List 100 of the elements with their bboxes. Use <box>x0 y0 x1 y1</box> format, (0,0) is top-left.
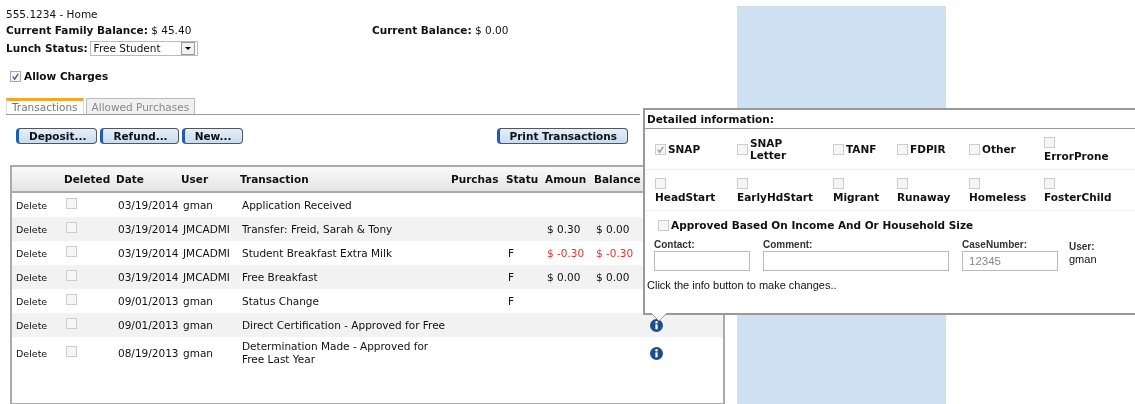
balance-cell: $ -0.30 <box>596 246 634 259</box>
status-cell: F <box>508 270 515 283</box>
date-cell: 09/01/2013 <box>118 294 179 307</box>
deleted-checkbox[interactable] <box>66 346 77 357</box>
status-cell: F <box>508 246 515 259</box>
checkbox-label: Runaway <box>897 190 951 203</box>
balance-cell: $ 0.00 <box>596 222 630 235</box>
checkbox-label: HeadStart <box>655 190 716 203</box>
date-cell: 03/19/2014 <box>118 198 179 211</box>
program-checkbox[interactable] <box>833 143 844 155</box>
transaction-cell: Application Received <box>242 198 352 211</box>
date-cell: 08/19/2013 <box>118 346 179 359</box>
user-label: User: <box>1069 241 1096 253</box>
program-checkbox[interactable] <box>1044 177 1055 189</box>
deleted-checkbox[interactable] <box>66 318 77 329</box>
deleted-checkbox[interactable] <box>66 294 77 305</box>
allow-charges-label: Allow Charges <box>24 70 109 82</box>
column-header: Deleted <box>64 173 111 185</box>
amount-cell: $ -0.30 <box>547 246 585 259</box>
program-checkbox[interactable] <box>737 177 748 189</box>
amount-cell: $ 0.30 <box>547 222 581 235</box>
user-cell: gman <box>183 294 213 307</box>
transaction-cell: Transfer: Freid, Sarah & Tony <box>242 222 393 235</box>
column-header: Statu <box>506 173 539 185</box>
approved-checkbox[interactable] <box>658 219 669 231</box>
user-cell: gman <box>183 318 213 331</box>
delete-link[interactable]: Delete <box>16 199 48 211</box>
dropdown-caret-icon <box>180 41 195 55</box>
info-icon[interactable] <box>650 318 663 332</box>
user-cell: JMCADMI <box>183 270 230 283</box>
family-balance-text: Current Family Balance: $ 45.40 <box>6 23 193 38</box>
checkbox-label: TANF <box>846 143 877 155</box>
checkbox-label: Homeless <box>969 190 1027 203</box>
popup-note: Click the info button to make changes.. <box>646 279 838 291</box>
action-button[interactable]: Refund... <box>100 128 179 144</box>
user-value: gman <box>1069 253 1097 265</box>
program-checkbox[interactable] <box>969 177 980 189</box>
column-header: Balance <box>594 173 641 185</box>
delete-link[interactable]: Delete <box>16 319 48 331</box>
status-cell: F <box>508 294 515 307</box>
delete-link[interactable]: Delete <box>16 347 48 359</box>
program-checkbox[interactable] <box>897 143 908 155</box>
program-checkbox[interactable] <box>655 143 666 155</box>
action-button[interactable]: Deposit... <box>16 128 98 144</box>
lunch-status-dropdown[interactable]: Free Student <box>89 40 198 56</box>
allow-charges-checkbox[interactable] <box>10 70 21 82</box>
case-number-label: CaseNumber: <box>962 239 1029 251</box>
user-cell: gman <box>183 346 213 359</box>
program-checkbox[interactable] <box>833 177 844 189</box>
column-header: Amoun <box>545 173 587 185</box>
user-cell: JMCADMI <box>183 222 230 235</box>
program-checkbox[interactable] <box>969 143 980 155</box>
tab[interactable]: Transactions <box>6 98 84 114</box>
checkbox-label: FosterChild <box>1044 190 1112 203</box>
program-checkbox[interactable] <box>737 143 748 155</box>
delete-link[interactable]: Delete <box>16 295 48 307</box>
lunch-status-label: Lunch Status: <box>6 41 88 56</box>
contact-label: Contact: <box>654 239 696 251</box>
checkbox-label: SNAP Letter <box>750 137 788 161</box>
transaction-cell: Direct Certification - Approved for Free <box>242 318 446 331</box>
comment-field[interactable] <box>763 251 949 271</box>
date-cell: 03/19/2014 <box>118 246 179 259</box>
deleted-checkbox[interactable] <box>66 246 77 257</box>
user-cell: gman <box>183 198 213 211</box>
deleted-checkbox[interactable] <box>66 198 77 209</box>
user-cell: JMCADMI <box>183 246 230 259</box>
delete-link[interactable]: Delete <box>16 223 48 235</box>
deleted-checkbox[interactable] <box>66 270 77 281</box>
program-checkbox[interactable] <box>1044 136 1055 148</box>
comment-label: Comment: <box>763 239 814 251</box>
checkbox-label: Migrant <box>833 190 880 203</box>
print-transactions-button[interactable]: Print Transactions <box>496 128 628 144</box>
delete-link[interactable]: Delete <box>16 271 48 283</box>
popup-title: Detailed information: <box>647 113 774 125</box>
checkbox-label: Other <box>982 143 1016 155</box>
checkbox-label: ErrorProne <box>1044 149 1109 162</box>
date-cell: 03/19/2014 <box>118 222 179 235</box>
deleted-checkbox[interactable] <box>66 222 77 233</box>
transaction-cell: Free Breakfast <box>242 270 318 283</box>
date-cell: 09/01/2013 <box>118 318 179 331</box>
program-checkbox[interactable] <box>897 177 908 189</box>
current-balance-text: Current Balance: $ 0.00 <box>372 23 509 38</box>
approved-label: Approved Based On Income And Or Household Size <box>671 219 974 231</box>
balance-cell: $ 0.00 <box>596 270 630 283</box>
column-header: User <box>181 173 209 185</box>
transaction-cell: Status Change <box>242 294 319 307</box>
column-header: Date <box>116 173 144 185</box>
contact-field[interactable] <box>654 251 750 271</box>
program-checkbox[interactable] <box>655 177 666 189</box>
checkbox-label: SNAP <box>668 143 701 155</box>
transaction-cell: Determination Made - Approved for Free Last Year <box>242 340 429 365</box>
checkbox-label: FDPIR <box>910 143 946 155</box>
checkbox-label: EarlyHdStart <box>737 190 814 203</box>
amount-cell: $ 0.00 <box>547 270 581 283</box>
action-button[interactable]: New... <box>181 128 243 144</box>
date-cell: 03/19/2014 <box>118 270 179 283</box>
info-icon[interactable] <box>650 346 663 360</box>
transaction-cell: Student Breakfast Extra Milk <box>242 246 393 259</box>
delete-link[interactable]: Delete <box>16 247 48 259</box>
phone-text: 555.1234 - Home <box>6 7 99 22</box>
